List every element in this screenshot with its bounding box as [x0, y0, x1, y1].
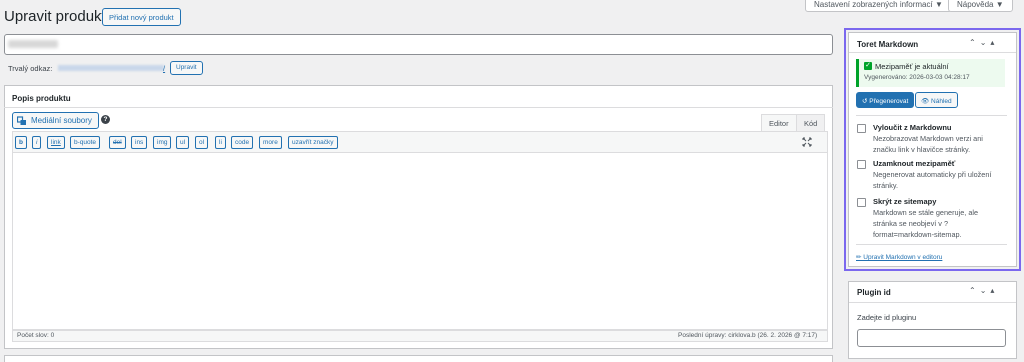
- plugin-id-label: Zadejte id pluginu: [857, 313, 917, 322]
- description-title: Popis produktu: [12, 94, 71, 103]
- screen-options-button[interactable]: Nastavení zobrazených informací ▼: [805, 0, 952, 12]
- product-title-input[interactable]: [4, 34, 833, 55]
- hide-sitemap-label: Skrýt ze sitemapy: [873, 197, 937, 206]
- media-icon: [16, 116, 27, 128]
- lock-cache-label: Uzamknout mezipaměť: [873, 159, 956, 168]
- collapse-icon[interactable]: ▴: [990, 38, 998, 47]
- move-down-icon[interactable]: ⌄: [980, 286, 991, 295]
- cache-status-text: Mezipaměť je aktuální: [875, 62, 949, 71]
- plugin-id-input[interactable]: [857, 329, 1006, 347]
- qt-img-button[interactable]: img: [153, 136, 172, 149]
- move-down-icon[interactable]: ⌄: [980, 38, 991, 47]
- markdown-panel-title: Toret Markdown: [857, 40, 919, 49]
- collapse-icon[interactable]: ▴: [990, 286, 998, 295]
- regenerate-button[interactable]: ↺ Přegenerovat: [856, 92, 915, 108]
- hide-sitemap-checkbox[interactable]: [857, 198, 866, 207]
- edit-markdown-link[interactable]: ✏ Upravit Markdown v editoru: [856, 253, 942, 261]
- qt-close-tags-button[interactable]: uzavřít značky: [288, 136, 338, 149]
- permalink-url[interactable]: /: [163, 64, 165, 73]
- plugin-id-title: Plugin id: [857, 288, 891, 297]
- qt-ul-button[interactable]: ul: [176, 136, 190, 149]
- move-up-icon[interactable]: ⌃: [969, 286, 980, 295]
- exclude-markdown-label: Vyloučit z Markdownu: [873, 123, 952, 132]
- add-media-button[interactable]: Mediální soubory: [12, 112, 99, 129]
- media-button-label: Mediální soubory: [31, 116, 92, 125]
- qt-ins-button[interactable]: ins: [131, 136, 148, 149]
- help-button[interactable]: Nápověda ▼: [948, 0, 1013, 12]
- panel-controls[interactable]: ⌃⌄▴: [969, 286, 998, 295]
- preview-button[interactable]: 👁 Náhled: [915, 92, 958, 108]
- divider: [849, 52, 1016, 53]
- add-new-product-button[interactable]: Přidat nový produkt: [102, 8, 181, 26]
- qt-more-button[interactable]: more: [259, 136, 282, 149]
- qt-bold-button[interactable]: b: [15, 136, 27, 149]
- move-up-icon[interactable]: ⌃: [969, 38, 980, 47]
- check-icon: ✓: [864, 62, 872, 70]
- exclude-markdown-desc: Nezobrazovat Markdown verzi ani značku l…: [873, 134, 983, 154]
- qt-li-button[interactable]: li: [215, 136, 226, 149]
- panel-controls[interactable]: ⌃⌄▴: [969, 38, 998, 47]
- permalink-edit-button[interactable]: Upravit: [170, 61, 203, 75]
- next-metabox-edge: [4, 355, 833, 362]
- tab-code[interactable]: Kód: [796, 114, 826, 131]
- qt-ol-button[interactable]: ol: [195, 136, 209, 149]
- permalink-url-redacted[interactable]: [58, 65, 164, 71]
- help-icon[interactable]: ?: [101, 115, 110, 124]
- qt-italic-button[interactable]: i: [32, 136, 42, 149]
- divider: [4, 107, 833, 108]
- qt-bquote-button[interactable]: b-quote: [70, 136, 101, 149]
- lock-cache-desc: Negenerovat automaticky při uložení strá…: [873, 170, 992, 190]
- divider: [856, 115, 1007, 116]
- page-title: Upravit produkt: [4, 8, 106, 25]
- content-textarea[interactable]: [12, 153, 828, 330]
- word-count: Počet slov: 0: [17, 332, 55, 339]
- qt-del-button[interactable]: del: [109, 136, 126, 149]
- fullscreen-icon[interactable]: [802, 137, 812, 150]
- cache-generated-time: Vygenerováno: 2026-03-03 04:28:17: [864, 74, 970, 81]
- permalink-label: Trvalý odkaz:: [8, 64, 53, 73]
- tab-visual[interactable]: Editor: [761, 114, 797, 131]
- lock-cache-checkbox[interactable]: [857, 160, 866, 169]
- divider: [856, 244, 1007, 245]
- last-edited: Poslední úpravy: cirklova.b (26. 2. 2026…: [678, 332, 818, 339]
- product-title-redacted: [8, 40, 58, 48]
- qt-link-button[interactable]: link: [47, 136, 65, 149]
- exclude-markdown-checkbox[interactable]: [857, 124, 866, 133]
- hide-sitemap-desc: Markdown se stále generuje, ale stránka …: [873, 208, 979, 239]
- qt-code-button[interactable]: code: [231, 136, 254, 149]
- divider: [849, 302, 1016, 303]
